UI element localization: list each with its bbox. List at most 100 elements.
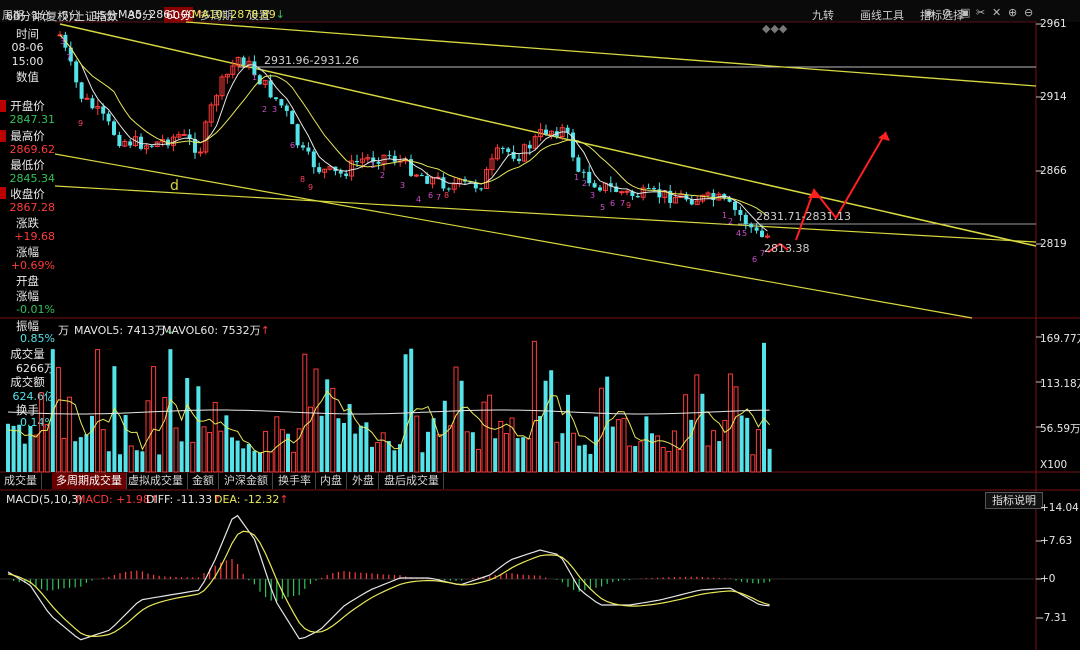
candle-body-down <box>749 224 754 228</box>
volume-bar-up <box>218 430 224 473</box>
tab-outer-volume[interactable]: 外盘 <box>348 473 379 489</box>
volume-axis-label: 56.59万 <box>1040 423 1080 435</box>
volume-axis-label: 113.18万 <box>1040 378 1080 390</box>
mavol60-legend: MAVOL60: 7532万↑ <box>162 324 270 337</box>
tab-multi-period-volume[interactable]: 多周期成交量 <box>52 473 127 489</box>
downtrend-line <box>59 23 1037 247</box>
volume-bar-down <box>179 441 184 472</box>
volume-bar-up <box>33 434 39 473</box>
candle-body-down <box>527 144 532 149</box>
macd-axis-label: +7.63 <box>1040 535 1073 547</box>
volume-bar-down <box>185 377 190 472</box>
volume-bar-up <box>615 419 621 473</box>
candle-body-down <box>500 147 505 149</box>
volume-bar-up <box>279 429 285 473</box>
mid-level-annotation: 2831.71-2831.13 <box>756 210 851 223</box>
tab-virtual-volume[interactable]: 虚拟成交量 <box>124 473 188 489</box>
volume-bar-up <box>268 451 274 473</box>
volume-bar-up <box>621 417 627 473</box>
volume-bar-up <box>95 349 101 473</box>
volume-bar-up <box>313 368 319 473</box>
candle-body-down <box>760 230 764 237</box>
volume-bar-down <box>319 415 324 472</box>
candle-body-down <box>295 124 300 146</box>
ma-lines-group <box>59 34 768 232</box>
volume-bar-down <box>549 370 554 472</box>
nine-turn-count: 1 <box>722 211 727 220</box>
volume-bar-up <box>375 442 381 473</box>
volume-bar-down <box>106 451 111 472</box>
low-point-annotation: 2813.38 <box>764 242 810 255</box>
candle-body-down <box>733 201 737 211</box>
volume-bar-down <box>123 415 128 472</box>
candle-body-down <box>284 105 289 112</box>
nine-turn-count: 6 <box>290 141 295 150</box>
tab-after-hours-volume[interactable]: 盘后成交量 <box>380 473 444 489</box>
volume-bar-up <box>733 386 739 473</box>
lower-channel-line <box>54 153 973 319</box>
nine-turn-count: 6 <box>752 255 757 264</box>
price-axis-label: 2961 <box>1040 18 1067 30</box>
macd-axis-label: +14.04 <box>1040 502 1079 514</box>
volume-bar-up <box>190 441 196 473</box>
tab-sh-sz-amount[interactable]: 沪深金额 <box>220 473 273 489</box>
candle-body-down <box>587 171 592 184</box>
indicator-help-button[interactable]: 指标说明 <box>985 492 1043 509</box>
volume-bar-down <box>543 380 548 472</box>
candle-body-down <box>441 177 446 189</box>
candle-body-down <box>128 141 133 146</box>
top-level-annotation: 2931.96-2931.26 <box>264 54 359 67</box>
nine-turn-count: 7 <box>66 53 71 62</box>
volume-bar-down <box>560 433 565 472</box>
volume-bar-down <box>717 441 722 472</box>
diff-value: DIFF: -11.33↑ <box>146 493 222 506</box>
volume-bar-up <box>531 340 537 473</box>
volume-bar-down <box>762 342 766 472</box>
volume-bar-up <box>638 441 644 473</box>
volume-bar-up <box>447 425 453 473</box>
volume-bar-up <box>162 396 168 473</box>
mavol5-legend: MAVOL5: 7413万↓ <box>74 324 175 337</box>
ma10-line <box>59 34 768 217</box>
macd-params: MACD(5,10,3) <box>6 493 83 506</box>
volume-bar-up <box>503 433 509 473</box>
nine-turn-count: 6 <box>610 199 615 208</box>
tab-volume[interactable]: 成交量 <box>0 473 42 489</box>
nine-turn-count: 3 <box>400 181 405 190</box>
volume-bar-down <box>157 454 162 472</box>
volume-bar-up <box>44 423 50 473</box>
volume-bar-down <box>409 348 414 472</box>
price-axis-label: 2819 <box>1040 238 1067 250</box>
volume-bar-down <box>633 446 638 472</box>
candle-body-down <box>338 171 343 174</box>
nine-turn-count: 3 <box>60 37 65 46</box>
candle-body-down <box>74 61 79 83</box>
volume-bar-up <box>627 445 633 473</box>
candle-body-down <box>506 148 511 152</box>
volume-bar-down <box>252 450 257 472</box>
volume-bar-up <box>330 387 336 473</box>
volume-bar-down <box>420 452 425 472</box>
volume-bar-down <box>588 453 593 472</box>
volume-bar-up <box>55 367 61 473</box>
ma5-line <box>59 34 768 232</box>
volume-bar-up <box>475 448 481 473</box>
volume-bar-down <box>386 440 391 472</box>
volume-bar-down <box>582 444 587 472</box>
nine-turn-counts-group: 37912 36891234 6 7 81235 6 7 9124 567 <box>60 37 765 264</box>
volume-bars-group <box>6 340 772 473</box>
candle-body-down <box>743 214 748 225</box>
volume-bar-down <box>566 394 570 472</box>
volume-bar-down <box>739 415 744 472</box>
tab-amount[interactable]: 金额 <box>188 473 219 489</box>
tab-turnover[interactable]: 换手率 <box>274 473 316 489</box>
volume-bar-up <box>498 420 504 473</box>
nine-turn-count: 5 <box>600 203 605 212</box>
volume-bar-up <box>464 431 470 473</box>
volume-bar-up <box>660 447 666 473</box>
volume-bar-up <box>128 445 134 473</box>
volume-bar-down <box>493 438 498 472</box>
tab-inner-volume[interactable]: 内盘 <box>316 473 347 489</box>
candle-body-down <box>646 188 651 190</box>
volume-bar-up <box>722 419 728 473</box>
